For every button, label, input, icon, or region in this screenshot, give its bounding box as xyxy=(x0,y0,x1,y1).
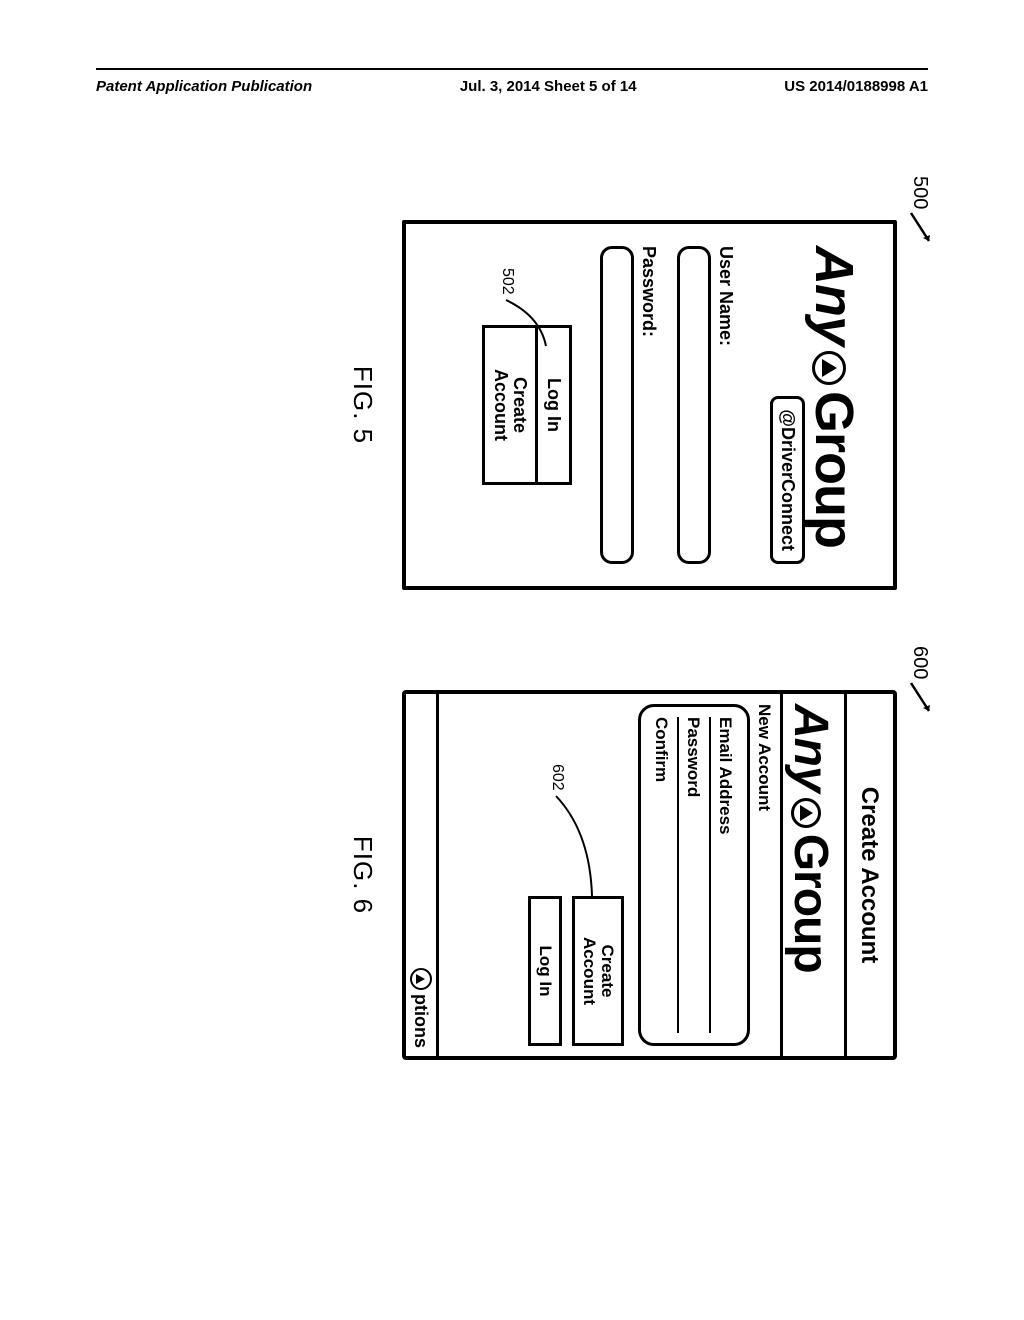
header-left: Patent Application Publication xyxy=(96,78,312,95)
ref-502: 502 xyxy=(498,268,516,295)
brand-group: Group xyxy=(803,391,865,548)
figure-5: 500 Any Group @DriverConnect User Name: … xyxy=(127,220,897,590)
brand-group: Group xyxy=(783,834,838,973)
header-right: US 2014/0188998 A1 xyxy=(784,78,928,95)
fig6-caption: FIG. 6 xyxy=(347,836,378,914)
brand-any: Any xyxy=(783,704,838,792)
figures-rotated-container: 500 Any Group @DriverConnect User Name: … xyxy=(62,256,962,1024)
header-center: Jul. 3, 2014 Sheet 5 of 14 xyxy=(460,78,637,95)
brand-logo: Any Group xyxy=(783,704,838,1046)
brand-any: Any xyxy=(803,246,865,345)
ref-600-label: 600 xyxy=(909,646,932,679)
login-screen: Any Group @DriverConnect User Name: Pass… xyxy=(402,220,897,590)
brand-triangle-icon xyxy=(812,351,846,385)
confirm-field[interactable]: Confirm xyxy=(647,717,677,1033)
username-label: User Name: xyxy=(715,246,736,564)
page-header: Patent Application Publication Jul. 3, 2… xyxy=(96,78,928,95)
options-triangle-icon xyxy=(410,968,432,990)
email-field[interactable]: Email Address xyxy=(709,717,741,1033)
new-account-fieldset: Email Address Password Confirm xyxy=(638,704,750,1046)
ref-602: 602 xyxy=(548,764,566,791)
fig5-caption: FIG. 5 xyxy=(347,366,378,444)
ref-600-pointer: 600 xyxy=(907,646,933,721)
create-account-button[interactable]: Create Account xyxy=(572,896,624,1046)
button-stack: Create Account Log In xyxy=(528,896,624,1046)
password-input[interactable] xyxy=(600,246,634,564)
password-label: Password: xyxy=(638,246,659,564)
ref-502-label: 502 xyxy=(499,268,516,295)
ref-500-pointer: 500 xyxy=(907,176,933,251)
username-input[interactable] xyxy=(677,246,711,564)
password-field[interactable]: Password xyxy=(677,717,709,1033)
new-account-label: New Account xyxy=(750,694,780,1056)
ref-500-label: 500 xyxy=(909,176,932,209)
login-button[interactable]: Log In xyxy=(528,896,562,1046)
screen-title: Create Account xyxy=(844,694,893,1056)
driverconnect-badge: @DriverConnect xyxy=(770,396,805,564)
brand-logo: Any Group xyxy=(803,246,865,564)
figure-6: 600 Create Account Any Group New Account… xyxy=(127,690,897,1060)
options-bar[interactable]: ptions xyxy=(406,694,439,1056)
brand-triangle-icon xyxy=(791,798,821,828)
ref-602-label: 602 xyxy=(549,764,566,791)
create-account-screen: Create Account Any Group New Account Ema… xyxy=(402,690,897,1060)
options-label: ptions xyxy=(411,994,432,1048)
